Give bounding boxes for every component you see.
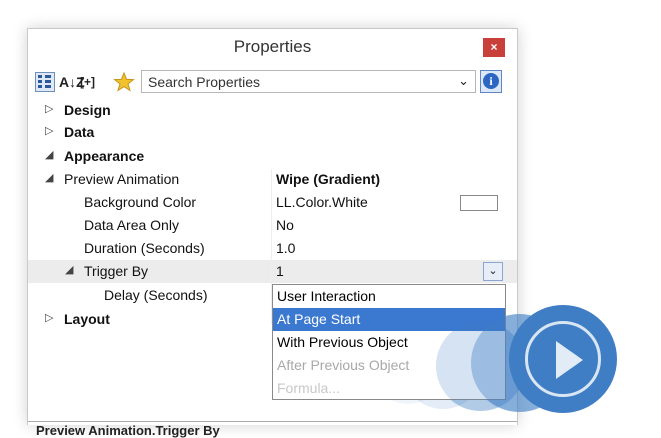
category-appearance[interactable]: ◢ Appearance bbox=[28, 145, 517, 168]
property-trigger-by[interactable]: ◢ Trigger By 1 ⌄ bbox=[28, 260, 517, 283]
description-title: Preview Animation.Trigger By bbox=[36, 423, 220, 438]
info-button[interactable]: i bbox=[480, 70, 502, 93]
window-title: Properties bbox=[233, 37, 312, 56]
option-label: With Previous Object bbox=[277, 334, 408, 350]
category-label: Design bbox=[64, 102, 111, 118]
close-button[interactable]: × bbox=[483, 38, 505, 57]
play-button[interactable] bbox=[509, 305, 617, 413]
collapse-icon[interactable]: ◢ bbox=[45, 148, 53, 161]
property-name: Duration (Seconds) bbox=[84, 240, 205, 256]
category-label: Appearance bbox=[64, 148, 145, 164]
category-label: Data bbox=[64, 124, 95, 140]
property-value[interactable]: Wipe (Gradient) bbox=[276, 171, 380, 187]
option-label: User Interaction bbox=[277, 288, 376, 304]
collapse-icon[interactable]: ◢ bbox=[45, 171, 53, 184]
toolbar: A↓Z [+] ⌄ i bbox=[28, 67, 517, 97]
category-data[interactable]: ▷ Data bbox=[28, 121, 517, 144]
dropdown-button[interactable]: ⌄ bbox=[483, 262, 503, 281]
categorized-grid-icon[interactable] bbox=[35, 72, 55, 92]
title-bar: Properties × bbox=[28, 29, 517, 65]
expand-icon[interactable]: ▷ bbox=[45, 102, 53, 115]
option-label: Formula... bbox=[277, 380, 341, 396]
property-value[interactable]: 1.0 bbox=[276, 240, 295, 256]
expand-icon[interactable]: ▷ bbox=[45, 124, 53, 137]
property-name: Delay (Seconds) bbox=[104, 287, 208, 303]
property-value[interactable]: LL.Color.White bbox=[276, 194, 368, 210]
option-label: At Page Start bbox=[277, 311, 361, 327]
expand-icon[interactable]: ▷ bbox=[45, 311, 53, 324]
option-label: After Previous Object bbox=[277, 357, 410, 373]
property-value[interactable]: No bbox=[276, 217, 294, 233]
property-name: Preview Animation bbox=[64, 171, 180, 187]
collapse-icon[interactable]: ◢ bbox=[65, 263, 73, 276]
option-user-interaction[interactable]: User Interaction bbox=[273, 285, 505, 308]
property-name: Data Area Only bbox=[84, 217, 179, 233]
star-favorites-icon[interactable] bbox=[113, 71, 135, 92]
search-box[interactable]: ⌄ bbox=[141, 70, 476, 93]
property-name: Trigger By bbox=[84, 263, 149, 279]
description-divider bbox=[28, 421, 517, 422]
property-data-area-only[interactable]: Data Area Only No bbox=[28, 214, 517, 237]
property-duration[interactable]: Duration (Seconds) 1.0 bbox=[28, 237, 517, 260]
property-value[interactable]: 1 bbox=[276, 263, 284, 279]
search-input[interactable] bbox=[142, 71, 448, 92]
info-icon: i bbox=[483, 73, 499, 89]
category-design[interactable]: ▷ Design bbox=[28, 99, 517, 122]
expand-all-icon[interactable]: [+] bbox=[80, 72, 95, 92]
chevron-down-icon[interactable]: ⌄ bbox=[458, 73, 469, 89]
property-background-color[interactable]: Background Color LL.Color.White bbox=[28, 191, 517, 214]
property-name: Background Color bbox=[84, 194, 197, 210]
play-icon bbox=[556, 341, 583, 379]
property-preview-animation[interactable]: ◢ Preview Animation Wipe (Gradient) bbox=[28, 168, 517, 191]
color-swatch[interactable] bbox=[460, 195, 498, 211]
category-label: Layout bbox=[64, 311, 110, 327]
